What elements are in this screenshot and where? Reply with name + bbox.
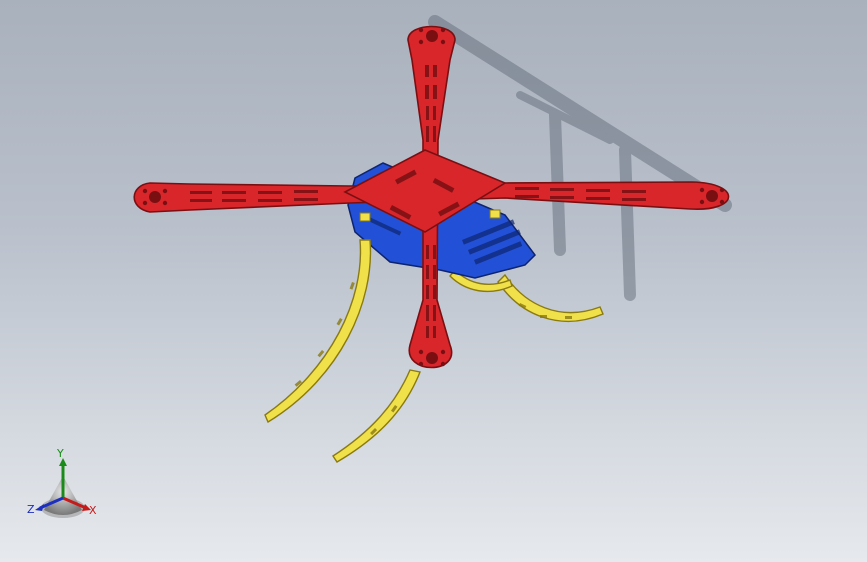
landing-leg-front-center	[332, 369, 421, 463]
quadcopter-frame-model[interactable]	[0, 0, 867, 562]
reference-triad[interactable]: Y Z X	[22, 446, 112, 526]
triad-y-label: Y	[57, 447, 64, 460]
triad-axes-icon	[35, 458, 91, 518]
triad-x-label: X	[89, 504, 97, 517]
cad-graphics-viewport[interactable]: Y Z X	[0, 0, 867, 562]
top-frame-arms[interactable]	[133, 25, 730, 369]
landing-leg-rear-right	[497, 273, 604, 322]
triad-z-label: Z	[27, 503, 35, 516]
landing-leg-front-left	[264, 239, 372, 424]
